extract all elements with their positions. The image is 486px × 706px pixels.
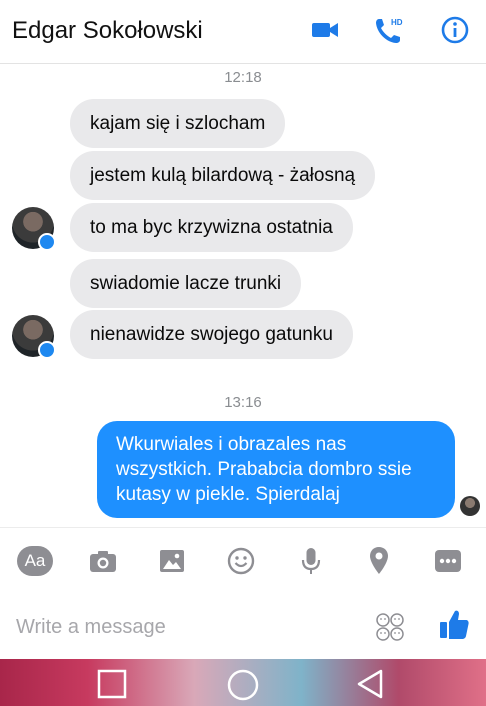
more-icon[interactable] <box>434 544 462 578</box>
incoming-message[interactable]: kajam się i szlocham <box>70 99 286 148</box>
read-receipt-avatar <box>460 496 480 516</box>
system-nav-bar <box>0 659 486 706</box>
contact-avatar[interactable] <box>12 315 56 359</box>
timestamp: 12:18 <box>224 69 262 86</box>
home-icon[interactable] <box>226 668 260 702</box>
incoming-message[interactable]: to ma byc krzywizna ostatnia <box>70 203 353 252</box>
camera-icon[interactable] <box>88 544 118 578</box>
incoming-message[interactable]: swiadomie lacze trunki <box>70 259 302 308</box>
message-thread[interactable]: 12:18 kajam się i szlocham jestem kulą b… <box>0 64 486 526</box>
incoming-message[interactable]: jestem kulą bilardową - żałosną <box>70 151 376 200</box>
composer <box>0 593 486 659</box>
back-icon[interactable] <box>354 668 386 700</box>
messenger-badge-icon <box>38 341 56 359</box>
outgoing-message[interactable]: Wkurwiales i obrazales nas wszystkich. P… <box>97 421 455 518</box>
info-icon[interactable] <box>439 14 471 46</box>
timestamp: 13:16 <box>224 394 262 411</box>
emoji-icon[interactable] <box>226 544 256 578</box>
contact-name[interactable]: Edgar Sokołowski <box>12 17 203 45</box>
messenger-badge-icon <box>38 233 56 251</box>
message-input[interactable] <box>16 613 316 641</box>
image-icon[interactable] <box>158 544 186 578</box>
text-style-button[interactable]: Aa <box>17 546 53 576</box>
voice-call-hd-icon[interactable]: HD <box>373 14 405 46</box>
incoming-message[interactable]: nienawidze swojego gatunku <box>70 310 353 359</box>
location-icon[interactable] <box>368 544 390 578</box>
stickers-icon[interactable] <box>374 611 406 643</box>
video-call-icon[interactable] <box>309 14 341 46</box>
like-thumb-icon[interactable] <box>438 607 470 641</box>
contact-avatar[interactable] <box>12 207 56 251</box>
hd-badge: HD <box>391 18 403 27</box>
composer-toolbar: Aa <box>0 527 486 594</box>
microphone-icon[interactable] <box>300 544 322 578</box>
recent-apps-icon[interactable] <box>96 668 128 700</box>
conversation-header: Edgar Sokołowski HD <box>0 0 486 64</box>
